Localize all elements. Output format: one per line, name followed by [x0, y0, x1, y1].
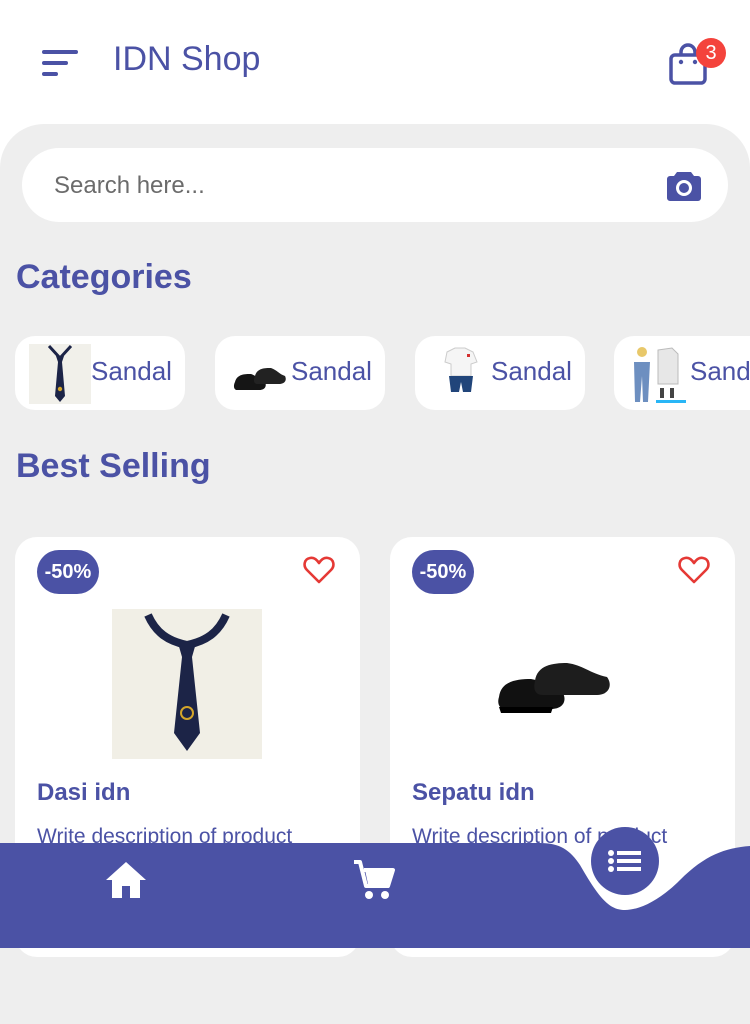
product-name: Sepatu idn: [412, 779, 535, 806]
cart-button[interactable]: 3: [668, 38, 740, 88]
product-name: Dasi idn: [37, 779, 131, 806]
category-item[interactable]: Sandal: [15, 336, 185, 410]
discount-badge: -50%: [412, 550, 474, 594]
category-label: Sandal: [491, 356, 572, 386]
discount-badge: -50%: [37, 550, 99, 594]
heart-icon[interactable]: [303, 555, 335, 585]
category-label: Sandal: [690, 356, 750, 386]
category-item[interactable]: Sandal: [215, 336, 385, 410]
black-shoes-image: [233, 368, 286, 390]
search-bar: [22, 148, 728, 224]
category-label: Sandal: [91, 356, 172, 386]
clothing-set-image: [634, 347, 686, 403]
list-icon: [608, 850, 641, 872]
category-label: Sandal: [291, 356, 372, 386]
best-selling-title: Best Selling: [16, 447, 211, 485]
category-item[interactable]: Sandal: [614, 336, 750, 410]
cart-icon[interactable]: [352, 858, 396, 902]
category-item[interactable]: Sandal: [415, 336, 585, 410]
camera-icon[interactable]: [666, 168, 702, 202]
black-shoes-image: [498, 663, 610, 713]
heart-icon[interactable]: [678, 555, 710, 585]
menu-icon[interactable]: [42, 50, 78, 76]
tie-image: [29, 344, 91, 404]
app-title: IDN Shop: [113, 40, 261, 78]
uniform-image: [444, 347, 478, 392]
cart-count-badge: 3: [696, 38, 726, 68]
tie-image: [112, 609, 262, 759]
categories-title: Categories: [16, 258, 192, 296]
list-button[interactable]: [591, 827, 659, 895]
home-icon[interactable]: [104, 858, 148, 902]
app-bar: IDN Shop 3: [0, 0, 750, 124]
search-input[interactable]: [52, 148, 636, 224]
